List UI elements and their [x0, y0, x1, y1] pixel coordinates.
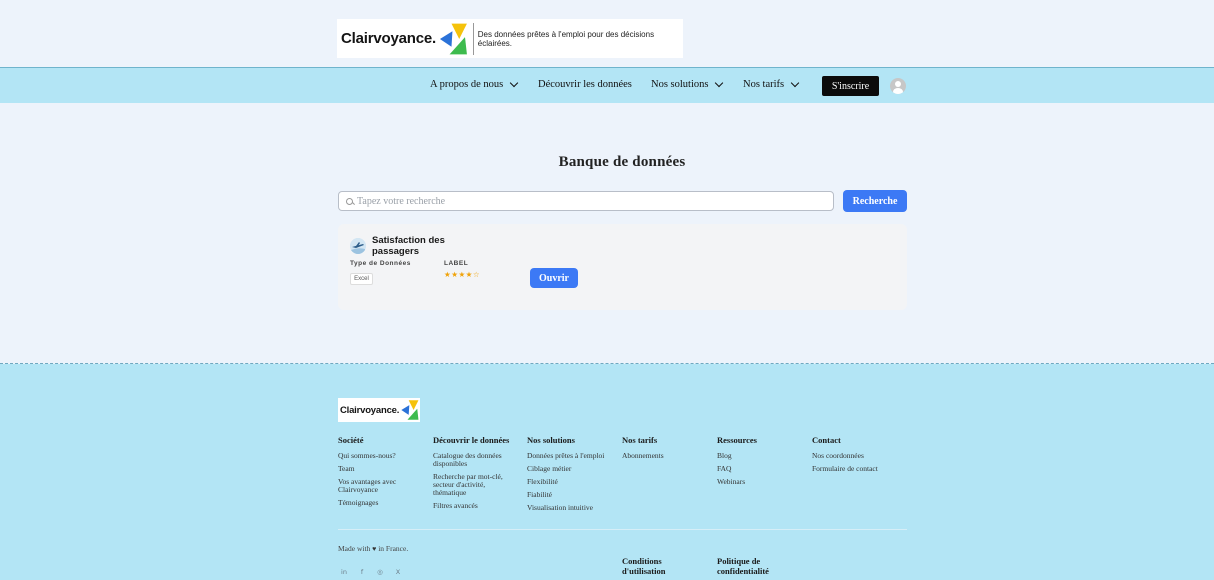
chevron-down-icon: [790, 78, 800, 87]
privacy-link[interactable]: Politique de confidentialité: [717, 556, 797, 576]
footer-link[interactable]: Données prêtes à l'emploi: [527, 452, 622, 460]
main-nav: A propos de nous Découvrir les données N…: [0, 67, 1214, 103]
avatar-body: [893, 88, 903, 94]
footer-link[interactable]: Fiabilité: [527, 491, 622, 499]
made-with-text: Made with ♥ in France.: [338, 544, 408, 553]
footer-link[interactable]: Nos coordonnées: [812, 452, 907, 460]
nav-item-solutions[interactable]: Nos solutions: [651, 78, 724, 90]
footer-link[interactable]: Visualisation intuitive: [527, 504, 622, 512]
footer-link[interactable]: FAQ: [717, 465, 812, 473]
logo-wordmark: Clairvoyance.: [341, 30, 436, 47]
open-button[interactable]: Ouvrir: [530, 268, 578, 288]
logo-tagline: Des données prêtes à l'emploi pour des d…: [477, 29, 655, 48]
nav-item-tarifs[interactable]: Nos tarifs: [743, 78, 800, 90]
made-with-prefix: Made with: [338, 544, 371, 553]
signup-button[interactable]: S'inscrire: [822, 76, 879, 96]
footer: Clairvoyance. Société Qui sommes-nous? T…: [0, 364, 1214, 580]
rating-stars: ★★★★☆: [444, 270, 481, 279]
footer-col-heading: Ressources: [717, 435, 757, 445]
footer-logo[interactable]: Clairvoyance.: [338, 398, 420, 422]
footer-col-ressources: Ressources Blog FAQ Webinars: [717, 435, 812, 491]
dataset-card: Satisfaction des passagers Type de Donné…: [338, 224, 907, 310]
footer-link[interactable]: Recherche par mot-clé, secteur d'activit…: [433, 473, 511, 497]
footer-link[interactable]: Ciblage métier: [527, 465, 622, 473]
top-band: Clairvoyance. Des données prêtes à l'emp…: [0, 0, 1214, 67]
footer-link[interactable]: Webinars: [717, 478, 812, 486]
footer-col-heading: Nos tarifs: [622, 435, 658, 445]
footer-logo-wordmark: Clairvoyance.: [340, 404, 400, 416]
nav-item-label: Nos solutions: [651, 79, 709, 90]
footer-col-societe: Société Qui sommes-nous? Team Vos avanta…: [338, 435, 433, 512]
search-bar[interactable]: [338, 191, 834, 211]
nav-item-decouvrir[interactable]: Découvrir les données: [538, 79, 632, 90]
social-links: in f ◎ X: [338, 566, 404, 578]
nav-item-a-propos[interactable]: A propos de nous: [430, 78, 519, 90]
nav-item-label: Découvrir les données: [538, 79, 632, 90]
search-button[interactable]: Recherche: [843, 190, 907, 212]
nav-item-label: A propos de nous: [430, 79, 504, 90]
footer-col-heading: Découvrir le données: [433, 435, 510, 445]
footer-col-tarifs: Nos tarifs Abonnements: [622, 435, 717, 465]
footer-col-heading: Nos solutions: [527, 435, 575, 445]
footer-link[interactable]: Formulaire de contact: [812, 465, 907, 473]
search-input[interactable]: [357, 195, 817, 207]
airplane-icon: [350, 238, 366, 254]
page-title: Banque de données: [558, 154, 686, 170]
terms-link[interactable]: Conditions d'utilisation: [622, 556, 702, 576]
logo-triangles-icon: [439, 23, 467, 54]
heart-icon: ♥: [372, 545, 377, 553]
footer-link[interactable]: Blog: [717, 452, 812, 460]
footer-link[interactable]: Flexibilité: [527, 478, 622, 486]
instagram-icon[interactable]: ◎: [374, 566, 386, 578]
footer-col-solutions: Nos solutions Données prêtes à l'emploi …: [527, 435, 622, 517]
dataset-title: Satisfaction des passagers: [372, 235, 445, 257]
chevron-down-icon: [715, 78, 724, 87]
chevron-down-icon: [509, 78, 519, 87]
footer-col-heading: Société: [338, 435, 364, 445]
footer-link[interactable]: Qui sommes-nous?: [338, 452, 433, 460]
logo-separator: [472, 22, 474, 55]
user-avatar-icon[interactable]: [890, 78, 906, 94]
label-header: LABEL: [444, 260, 469, 267]
nav-item-label: Nos tarifs: [743, 79, 785, 90]
avatar-head: [895, 81, 901, 87]
x-icon[interactable]: X: [392, 566, 404, 578]
footer-col-decouvrir: Découvrir le données Catalogue des donné…: [433, 435, 528, 515]
footer-link[interactable]: Témoignages: [338, 499, 433, 507]
facebook-icon[interactable]: f: [356, 566, 368, 578]
logo-triangles-icon: [401, 400, 419, 420]
footer-link[interactable]: Vos avantages avec Clairvoyance: [338, 478, 408, 494]
footer-link[interactable]: Abonnements: [622, 452, 717, 460]
footer-link[interactable]: Team: [338, 465, 433, 473]
brand-logo[interactable]: Clairvoyance. Des données prêtes à l'emp…: [337, 19, 683, 58]
footer-link[interactable]: Catalogue des données disponibles: [433, 452, 513, 468]
made-with-suffix: in France.: [378, 544, 409, 553]
data-type-badge: Excel: [350, 273, 373, 285]
footer-link[interactable]: Filtres avancés: [433, 502, 528, 510]
footer-divider: [338, 529, 907, 530]
data-type-label: Type de Données: [350, 260, 411, 267]
search-icon: [346, 197, 353, 205]
linkedin-icon[interactable]: in: [338, 566, 350, 578]
footer-col-contact: Contact Nos coordonnées Formulaire de co…: [812, 435, 907, 478]
footer-col-heading: Contact: [812, 435, 841, 445]
